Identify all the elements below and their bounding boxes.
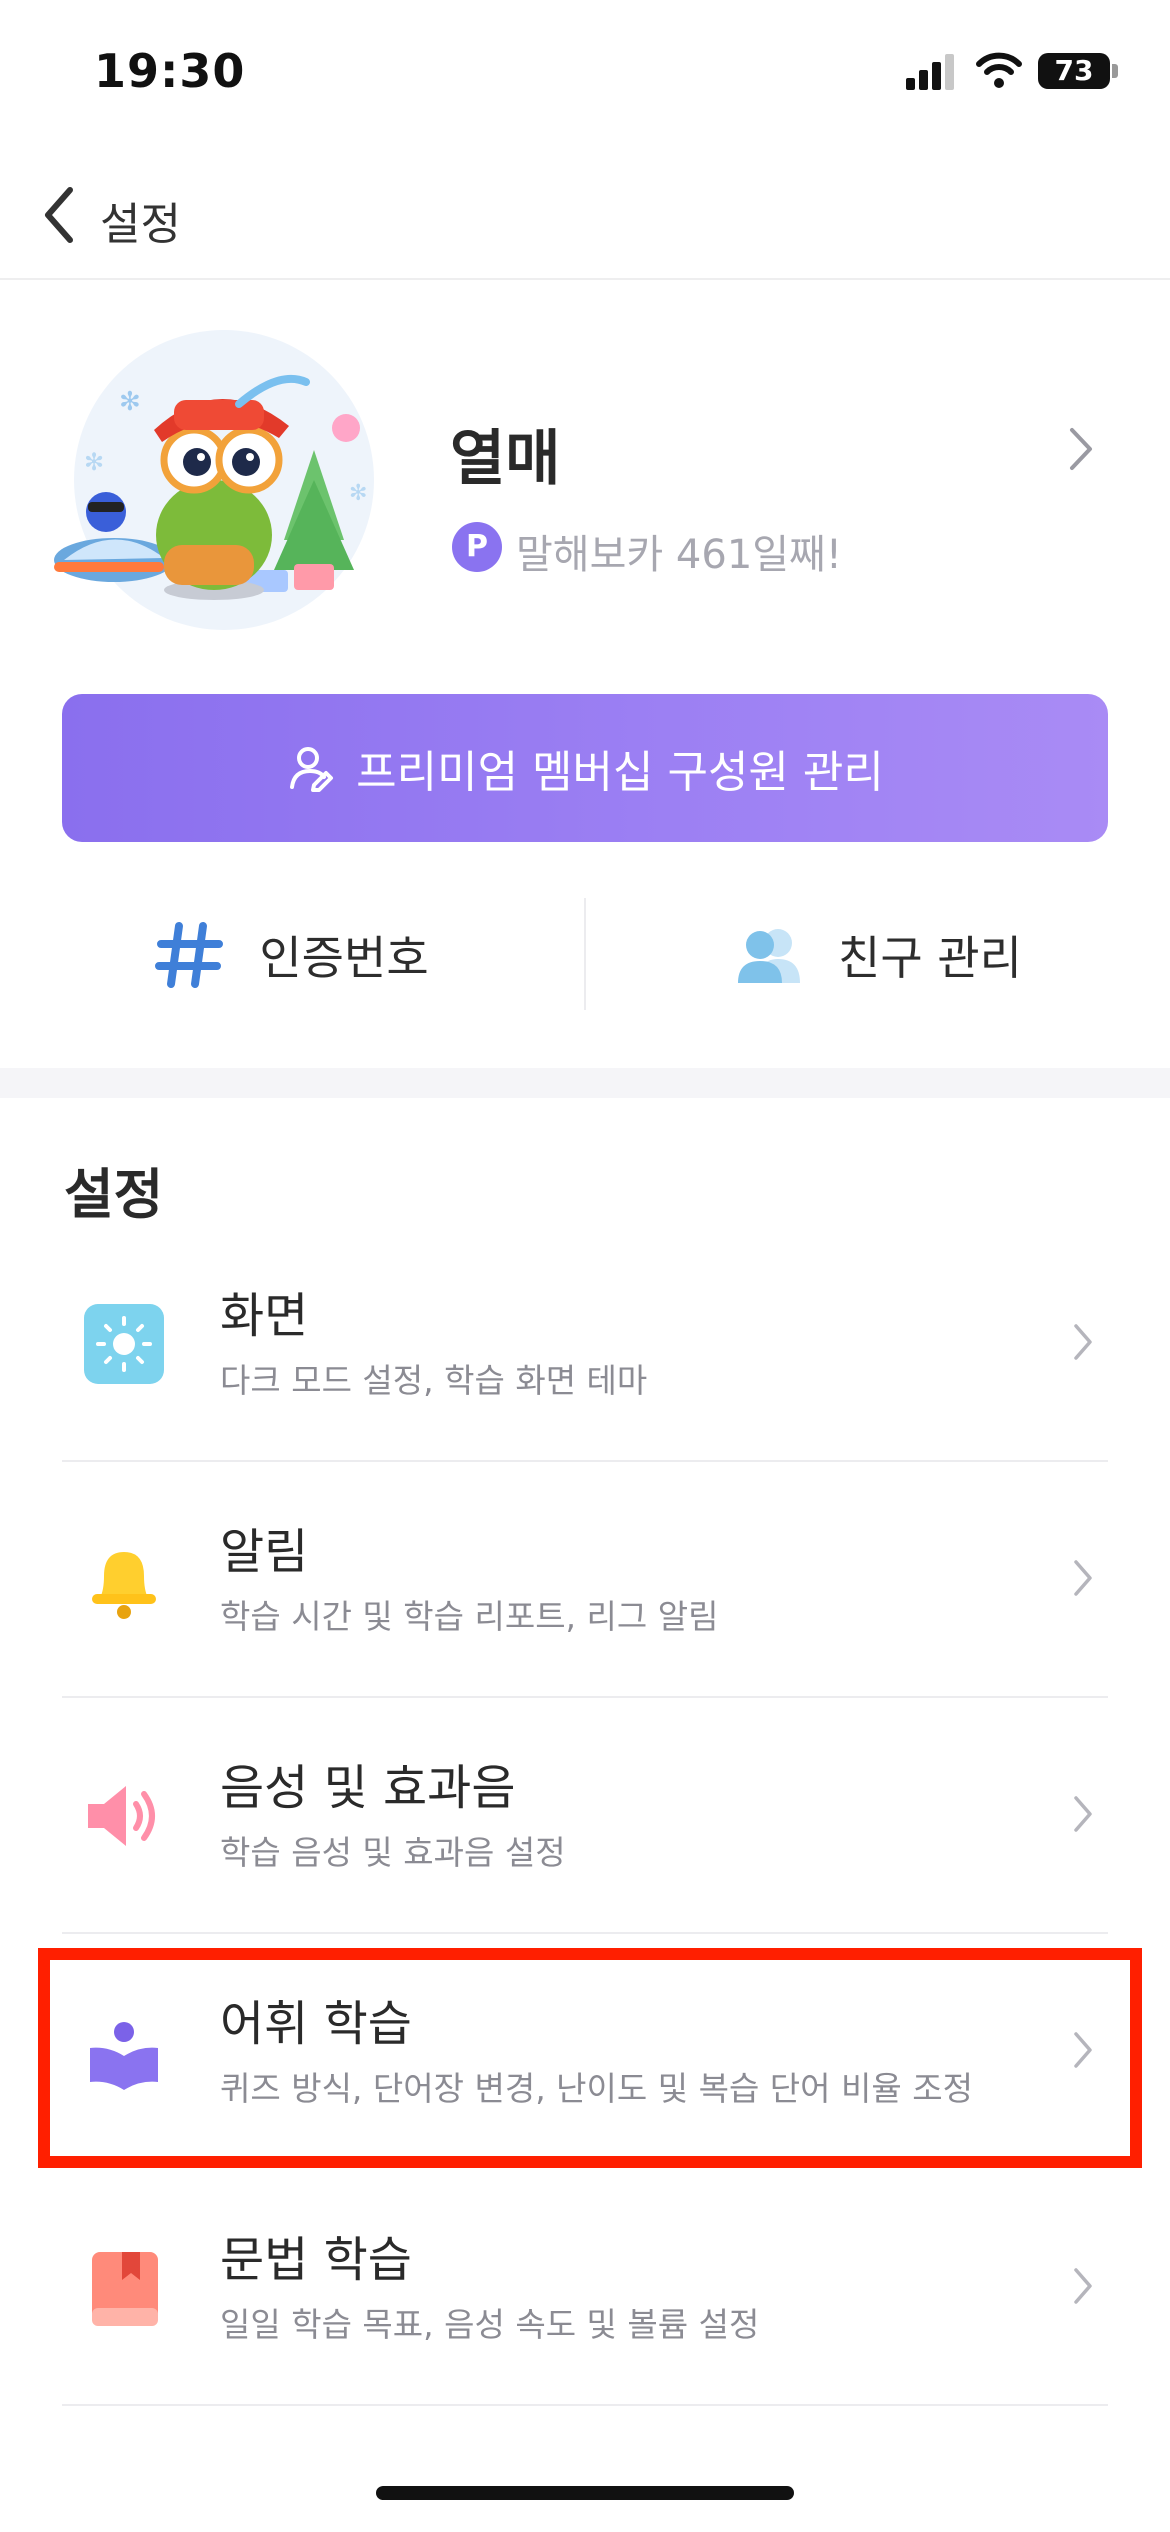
friends-manage-button[interactable]: 친구 관리: [586, 880, 1170, 1030]
signal-icon: [906, 52, 958, 90]
hashtag-icon: [155, 922, 224, 988]
settings-item-display[interactable]: 화면 다크 모드 설정, 학습 화면 테마: [62, 1226, 1108, 1462]
chevron-right-icon: [1074, 1560, 1092, 1596]
settings-item-sound[interactable]: 음성 및 효과음 학습 음성 및 효과음 설정: [62, 1698, 1108, 1934]
settings-item-subtitle: 일일 학습 목표, 음성 속도 및 볼륨 설정: [220, 2305, 760, 2344]
status-time: 19:30: [94, 44, 246, 98]
settings-item-title: 문법 학습: [220, 2232, 412, 2288]
profile-avatar-illustration[interactable]: ✻ ✻ ✻: [44, 330, 424, 650]
sun-icon: [84, 1304, 164, 1384]
premium-membership-label: 프리미엄 멤버십 구성원 관리: [356, 747, 884, 798]
bell-icon: [92, 1552, 156, 1619]
points-badge: P: [452, 522, 502, 572]
settings-item-title: 화면: [220, 1288, 309, 1344]
settings-item-notifications[interactable]: 알림 학습 시간 및 학습 리포트, 리그 알림: [62, 1462, 1108, 1698]
friends-manage-label: 친구 관리: [838, 931, 1022, 985]
svg-text:✻: ✻: [119, 387, 141, 417]
back-chevron-icon[interactable]: [36, 180, 86, 250]
premium-membership-button[interactable]: 프리미엄 멤버십 구성원 관리: [62, 694, 1108, 842]
chevron-right-icon: [1074, 1796, 1092, 1832]
battery-cap: [1112, 64, 1118, 78]
friends-icon: [738, 929, 801, 983]
section-separator: [0, 1068, 1170, 1098]
chevron-right-icon: [1074, 2268, 1092, 2304]
settings-item-grammar[interactable]: 문법 학습 일일 학습 목표, 음성 속도 및 볼륨 설정: [62, 2170, 1108, 2406]
profile-streak-text: 말해보카 461일째!: [516, 532, 842, 578]
svg-text:✻: ✻: [84, 448, 104, 476]
verification-code-label: 인증번호: [259, 931, 429, 985]
settings-item-subtitle: 다크 모드 설정, 학습 화면 테마: [220, 1361, 648, 1400]
row-divider: [62, 2404, 1108, 2406]
nav-divider: [0, 278, 1170, 280]
verification-code-button[interactable]: 인증번호: [0, 880, 584, 1030]
highlight-box: [38, 1948, 1142, 2168]
settings-item-title: 알림: [220, 1524, 309, 1580]
wifi-icon: [976, 52, 1022, 88]
svg-text:✻: ✻: [349, 481, 367, 506]
settings-section-title: 설정: [64, 1163, 164, 1226]
chevron-right-icon[interactable]: [1064, 424, 1098, 474]
members-icon: [290, 747, 334, 792]
chevron-right-icon: [1074, 1324, 1092, 1360]
settings-item-title: 음성 및 효과음: [220, 1760, 516, 1816]
profile-name[interactable]: 열매: [450, 410, 560, 497]
battery-icon: 73: [1038, 53, 1110, 89]
settings-item-subtitle: 학습 시간 및 학습 리포트, 리그 알림: [220, 1597, 719, 1636]
back-button-label[interactable]: 설정: [100, 188, 181, 252]
home-indicator[interactable]: [376, 2486, 794, 2500]
battery-level: 73: [1054, 54, 1094, 87]
bookmark-book-icon: [92, 2252, 158, 2326]
settings-item-subtitle: 학습 음성 및 효과음 설정: [220, 1833, 566, 1872]
speaker-icon: [88, 1786, 155, 1846]
